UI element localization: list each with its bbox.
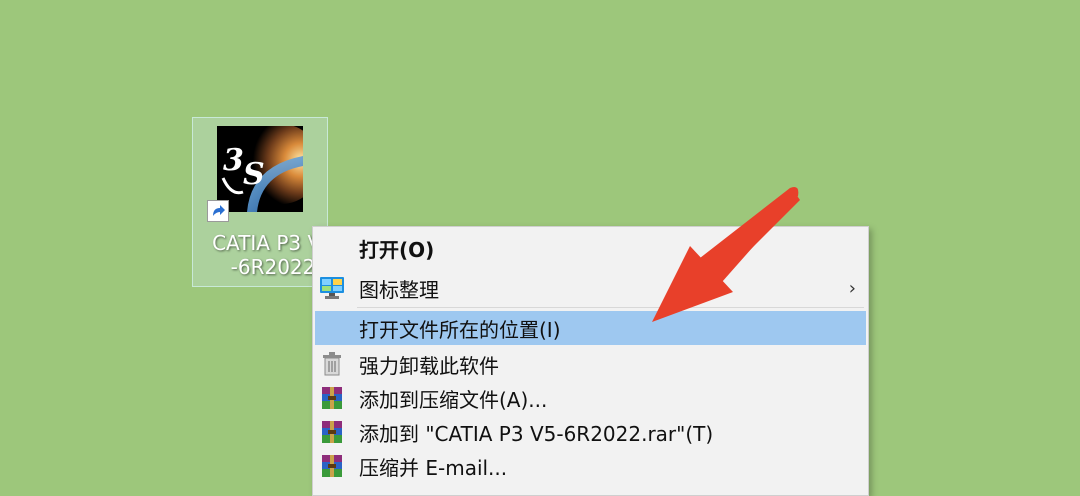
menu-separator: [357, 307, 864, 308]
menu-item-label: 压缩并 E-mail...: [359, 455, 508, 480]
desktop: 3 S CATIA P3 V5 -6R2022 打开(O) 图标整理 › 打开文…: [0, 0, 1080, 496]
menu-item-label: 打开(O): [359, 237, 435, 262]
chevron-right-icon: ›: [848, 277, 856, 299]
winrar-icon: [319, 386, 345, 410]
menu-item-open[interactable]: 打开(O): [315, 231, 866, 265]
menu-item-icon-arrange[interactable]: 图标整理 ›: [315, 271, 866, 305]
svg-text:3: 3: [223, 143, 244, 178]
context-menu: 打开(O) 图标整理 › 打开文件所在的位置(I) 强力卸载此软件 添加到压缩文…: [312, 226, 869, 496]
svg-text:S: S: [243, 157, 265, 192]
menu-item-label: 强力卸载此软件: [359, 353, 499, 378]
menu-item-add-to-named-rar[interactable]: 添加到 "CATIA P3 V5-6R2022.rar"(T): [315, 415, 866, 449]
menu-item-open-file-location[interactable]: 打开文件所在的位置(I): [315, 311, 866, 345]
menu-item-compress-and-email[interactable]: 压缩并 E-mail...: [315, 449, 866, 483]
menu-item-label: 打开文件所在的位置(I): [359, 317, 561, 342]
shortcut-arrow-icon: [207, 200, 229, 222]
winrar-icon: [319, 454, 345, 478]
menu-item-force-uninstall[interactable]: 强力卸载此软件: [315, 347, 866, 381]
menu-item-label: 图标整理: [359, 277, 439, 302]
monitor-icon: [319, 276, 345, 300]
winrar-icon: [319, 420, 345, 444]
menu-item-label: 添加到压缩文件(A)...: [359, 387, 548, 412]
desktop-shortcut-catia[interactable]: 3 S CATIA P3 V5 -6R2022: [192, 117, 334, 287]
menu-item-label: 添加到 "CATIA P3 V5-6R2022.rar"(T): [359, 421, 714, 446]
catia-3ds-logo-icon: 3 S: [217, 126, 303, 212]
menu-item-add-to-archive[interactable]: 添加到压缩文件(A)...: [315, 381, 866, 415]
trash-can-icon: [319, 352, 345, 376]
